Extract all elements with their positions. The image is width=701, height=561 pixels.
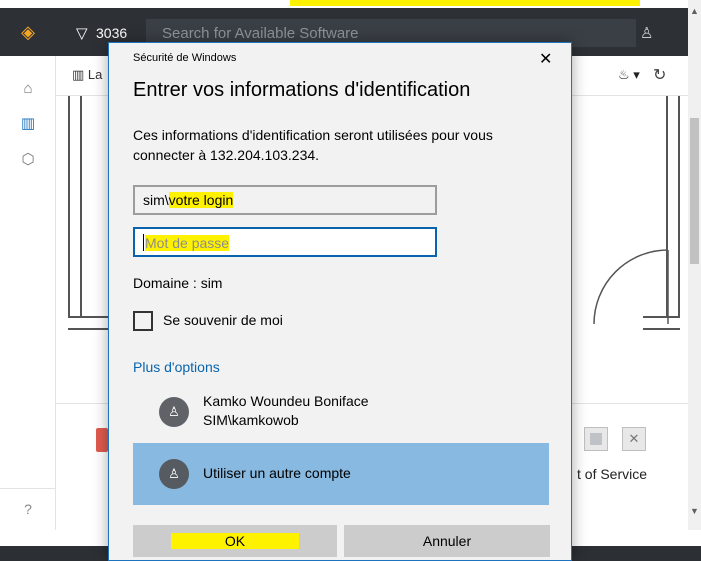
ok-button-label: OK: [170, 533, 300, 549]
text-cursor: [143, 234, 144, 251]
password-placeholder: Mot de passe: [145, 235, 230, 251]
account-user: SIM\kamkowob: [203, 412, 299, 428]
dialog-caption: Sécurité de Windows: [133, 52, 237, 64]
account-name: Utiliser un autre compte: [203, 465, 351, 481]
remember-me-checkbox[interactable]: [133, 311, 153, 331]
plan-wall-bottom-left: [68, 316, 108, 330]
software-count: 3036: [96, 25, 128, 41]
dialog-message: Ces informations d'identification seront…: [133, 127, 493, 163]
avatar-icon: ♙: [159, 459, 189, 489]
account-name: Kamko Woundeu Boniface: [203, 393, 369, 409]
dialog-title: Entrer vos informations d'identification: [133, 79, 471, 101]
more-options-link[interactable]: Plus d'options: [133, 359, 220, 375]
windows-icon-square: [590, 433, 602, 445]
highlight-mark: [290, 0, 640, 6]
cancel-button[interactable]: Annuler: [344, 525, 550, 557]
left-rail: ⌂ ▥ ⬡: [0, 56, 56, 530]
user-icon[interactable]: ♙: [640, 24, 653, 42]
avatar-icon: ♙: [159, 397, 189, 427]
scroll-up-arrow-icon[interactable]: ▲: [688, 6, 701, 18]
x-icon[interactable]: ✕: [622, 427, 646, 451]
app-logo-icon[interactable]: ◈: [18, 22, 38, 42]
scroll-thumb[interactable]: [690, 118, 699, 264]
map-tab-label: La: [87, 67, 103, 82]
map-tab[interactable]: ▥ La: [72, 67, 102, 83]
other-account-option[interactable]: ♙ Utiliser un autre compte: [133, 443, 549, 505]
windows-icon[interactable]: [584, 427, 608, 451]
map-icon[interactable]: ▥: [18, 114, 38, 134]
help-icon[interactable]: ?: [0, 488, 56, 530]
screen: ◈ ▽ 3036 ♙ ▲ ▼ ⌂ ▥ ⬡ ▥ La ♨ ▾ ↻ ✕ t of S…: [0, 0, 701, 561]
ok-button[interactable]: OK: [133, 525, 337, 557]
username-field[interactable]: sim\votre login: [133, 185, 437, 215]
fire-dropdown[interactable]: ♨ ▾: [618, 67, 640, 83]
refresh-icon[interactable]: ↻: [653, 65, 666, 85]
app-tile-icon[interactable]: [96, 428, 108, 452]
door-arc: [593, 249, 669, 325]
credentials-dialog: Sécurité de Windows ✕ Entrer vos informa…: [108, 42, 572, 561]
terms-of-service-link[interactable]: t of Service: [577, 466, 647, 482]
chevron-down-icon: ▾: [633, 67, 640, 82]
top-highlight-strip: [0, 0, 701, 8]
filter-icon[interactable]: ▽: [76, 24, 88, 42]
plan-wall-left: [68, 96, 82, 330]
domain-label: Domaine : sim: [133, 275, 223, 291]
box-icon[interactable]: ⬡: [18, 150, 38, 170]
home-icon[interactable]: ⌂: [18, 80, 38, 100]
close-icon[interactable]: ✕: [539, 49, 552, 69]
map-icon: ▥: [72, 67, 88, 82]
page-scrollbar[interactable]: ▲ ▼: [688, 0, 701, 530]
password-field[interactable]: Mot de passe: [133, 227, 437, 257]
scroll-down-arrow-icon[interactable]: ▼: [688, 506, 701, 518]
username-prefix: sim\: [143, 192, 169, 208]
remember-me-label[interactable]: Se souvenir de moi: [163, 312, 283, 328]
fire-icon: ♨: [618, 67, 630, 82]
username-value: votre login: [168, 192, 234, 208]
account-option[interactable]: ♙ Kamko Woundeu Boniface SIM\kamkowob: [133, 381, 549, 443]
